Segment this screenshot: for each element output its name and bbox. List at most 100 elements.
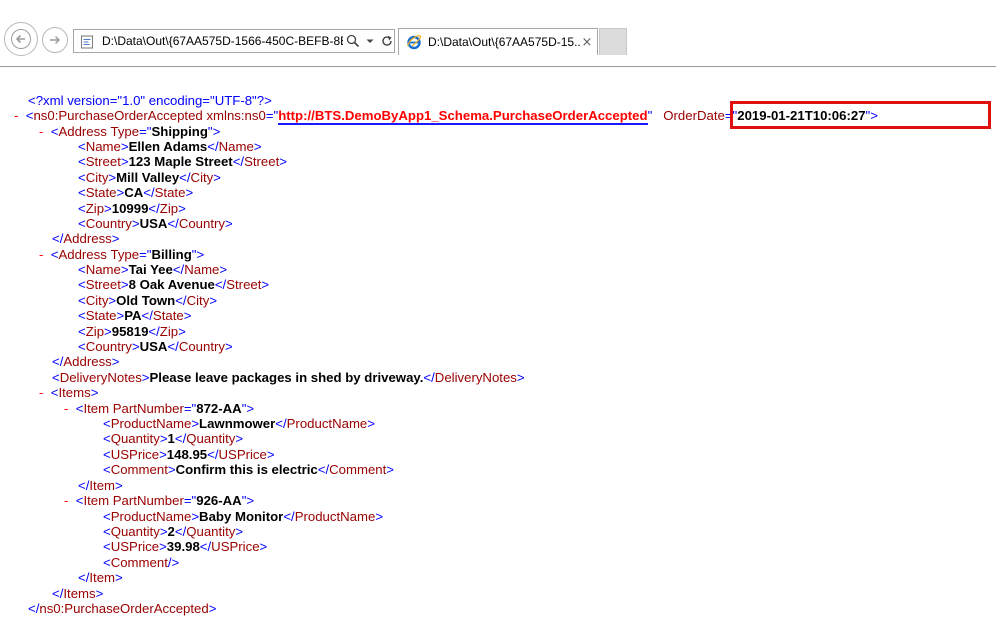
xml-tag-name: Items (58, 385, 91, 400)
root-element-close: </ns0:PurchaseOrderAccepted> (28, 601, 216, 616)
xml-tag-name: Country (85, 339, 132, 354)
xml-punctuation: > (178, 201, 186, 216)
xml-punctuation: > (225, 216, 233, 231)
xml-punctuation: < (103, 447, 111, 462)
xml-punctuation: > (115, 478, 123, 493)
xml-punctuation: > (120, 139, 129, 154)
collapse-toggle[interactable]: - (64, 493, 68, 508)
xml-attribute-value: 872-AA (196, 401, 242, 416)
billing-type: Billing (151, 247, 192, 262)
xml-punctuation: > (120, 277, 129, 292)
collapse-toggle[interactable]: - (39, 385, 43, 400)
xml-tag-name: ProductName (110, 509, 192, 524)
xml-punctuation: > (213, 170, 221, 185)
xml-punctuation: </ (52, 354, 64, 369)
collapse-toggle[interactable]: - (14, 108, 18, 123)
item-2-comment: <Comment/> (103, 555, 179, 570)
xml-text-value: Baby Monitor (199, 509, 284, 524)
xml-text-value: PA (124, 308, 142, 323)
collapse-toggle[interactable]: - (39, 124, 43, 139)
xml-punctuation: > (209, 293, 218, 308)
xml-punctuation: </ (174, 431, 187, 446)
xml-text-value: Ellen Adams (128, 139, 208, 154)
shipping-address-open: - <Address Type="Shipping"> (39, 124, 220, 139)
xml-punctuation: < (103, 509, 111, 524)
xml-tag-name: Quantity (110, 431, 160, 446)
xml-punctuation: > (191, 509, 200, 524)
xml-punctuation: </ (423, 370, 435, 385)
xml-tag-name: DeliveryNotes (59, 370, 142, 385)
xml-punctuation: < (78, 170, 86, 185)
xml-punctuation: > (104, 201, 112, 216)
xml-punctuation: </ (172, 262, 185, 277)
item-2-us-price: <USPrice>39.98</USPrice> (103, 539, 267, 554)
xml-punctuation: "> (241, 493, 255, 508)
xml-punctuation: </ (78, 478, 90, 493)
xml-punctuation: =" (183, 493, 197, 508)
xml-punctuation: </ (52, 586, 64, 601)
xml-punctuation: > (159, 539, 167, 554)
xml-text-value: USA (139, 339, 168, 354)
xml-punctuation: /> (167, 555, 180, 570)
namespace-url: http://BTS.DemoByApp1_Schema.PurchaseOrd… (278, 108, 648, 125)
xml-punctuation: "> (241, 401, 255, 416)
xml-punctuation: > (253, 139, 262, 154)
xml-punctuation: </ (214, 277, 227, 292)
search-icon[interactable] (346, 33, 360, 49)
address-tag: Address (58, 124, 107, 139)
refresh-icon[interactable] (380, 33, 394, 49)
item-2-close: </Item> (78, 570, 123, 585)
xml-tag-name: Country (178, 216, 225, 231)
xml-tag-name: Address (58, 247, 107, 262)
address-bar[interactable]: D:\Data\Out\{67AA575D-1566-450C-BEFB-8BB (73, 29, 395, 53)
address-url[interactable]: D:\Data\Out\{67AA575D-1566-450C-BEFB-8BB (102, 34, 343, 48)
billing-city: <City>Old Town</City> (78, 293, 217, 308)
xml-tag-name: Items (63, 586, 96, 601)
xml-tag-name: State (152, 308, 184, 323)
tab-title: D:\Data\Out\{67AA575D-15... (428, 35, 580, 49)
xml-punctuation: < (78, 154, 86, 169)
xml-tag-name: State (85, 308, 117, 323)
back-button[interactable] (4, 22, 38, 56)
xml-punctuation: </ (207, 447, 219, 462)
collapse-toggle[interactable]: - (39, 247, 43, 262)
xml-punctuation: </ (283, 509, 295, 524)
billing-address-close: </Address> (52, 354, 119, 369)
xml-punctuation: > (120, 154, 129, 169)
internet-explorer-icon (406, 34, 422, 50)
xml-punctuation: </ (232, 154, 245, 169)
xml-punctuation: > (111, 231, 120, 246)
xml-punctuation: > (120, 262, 129, 277)
xml-tag-name: Item (83, 493, 110, 508)
xml-punctuation: < (103, 462, 111, 477)
xml-tag-name: Name (218, 139, 254, 154)
xml-tag-name: Comment (110, 555, 168, 570)
xml-punctuation: > (95, 586, 104, 601)
xml-punctuation: </ (317, 462, 330, 477)
xml-tag-name: Street (226, 277, 262, 292)
close-tab-icon[interactable]: × (580, 35, 594, 50)
item-1-comment: <Comment>Confirm this is electric</Comme… (103, 462, 394, 477)
new-tab-button[interactable] (599, 28, 627, 55)
xml-punctuation: </ (179, 170, 191, 185)
dropdown-arrow-icon[interactable] (363, 33, 377, 49)
collapse-toggle[interactable]: - (64, 401, 68, 416)
item-1-us-price: <USPrice>148.95</USPrice> (103, 447, 275, 462)
xml-tag-name: Zip (85, 201, 105, 216)
xml-punctuation: " (647, 108, 653, 123)
shipping-country: <Country>USA</Country> (78, 216, 233, 231)
browser-tab[interactable]: D:\Data\Out\{67AA575D-15... × (398, 28, 598, 55)
xml-punctuation: > (108, 293, 117, 308)
xml-punctuation: > (131, 339, 140, 354)
xml-punctuation: < (103, 431, 111, 446)
billing-street: <Street>8 Oak Avenue</Street> (78, 277, 269, 292)
xml-tag-name: Name (85, 262, 121, 277)
forward-button[interactable] (42, 27, 68, 53)
xml-punctuation: </ (148, 324, 160, 339)
xml-tag-name: Item (89, 478, 116, 493)
xml-punctuation: > (259, 539, 268, 554)
browser-toolbar: D:\Data\Out\{67AA575D-1566-450C-BEFB-8BB (0, 0, 996, 67)
xml-punctuation: > (386, 462, 394, 477)
xml-punctuation: </ (141, 308, 153, 323)
xml-punctuation: </ (148, 201, 160, 216)
